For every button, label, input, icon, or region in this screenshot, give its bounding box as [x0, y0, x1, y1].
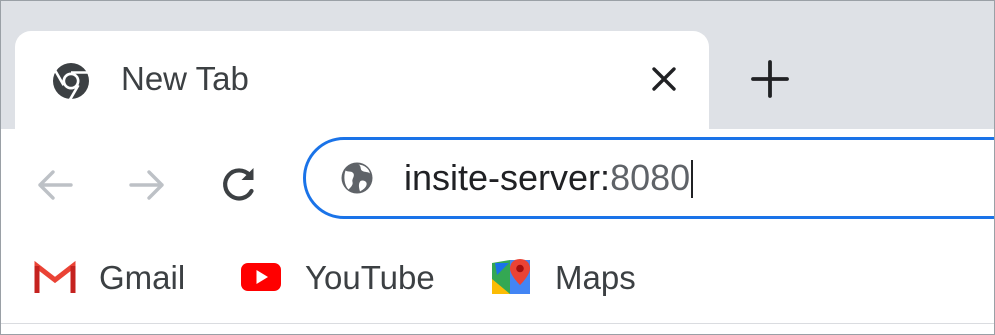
address-bar[interactable]: insite-server:8080: [303, 137, 994, 219]
url-text[interactable]: insite-server:8080: [404, 157, 694, 199]
url-port: 8080: [610, 157, 691, 198]
bookmark-youtube[interactable]: YouTube: [239, 255, 449, 299]
text-caret: [691, 160, 694, 198]
chrome-logo-icon: [53, 63, 89, 101]
reload-icon[interactable]: [215, 161, 263, 209]
tab-strip: New Tab: [1, 1, 994, 129]
toolbar: insite-server:8080: [1, 129, 994, 239]
youtube-icon: [241, 263, 281, 291]
arrow-left-icon[interactable]: [31, 161, 79, 209]
browser-window: New Tab insite-server:8080 Gmail YouTube…: [0, 0, 995, 335]
gmail-icon: [34, 260, 76, 293]
bookmark-maps[interactable]: Maps: [489, 255, 649, 299]
bookmark-label: Maps: [555, 259, 636, 296]
tab-title: New Tab: [121, 60, 249, 97]
bookmarks-bar: Gmail YouTube Maps: [1, 239, 994, 324]
bookmark-gmail[interactable]: Gmail: [33, 255, 193, 299]
tab-new-tab[interactable]: New Tab: [15, 31, 709, 129]
bookmark-label: YouTube: [305, 259, 435, 296]
arrow-right-icon[interactable]: [123, 161, 171, 209]
bookmark-label: Gmail: [99, 259, 186, 296]
globe-icon[interactable]: [339, 160, 375, 196]
maps-icon: [492, 259, 530, 294]
url-host: insite-server:: [404, 157, 611, 198]
close-icon[interactable]: [647, 62, 681, 96]
plus-icon[interactable]: [747, 56, 793, 102]
